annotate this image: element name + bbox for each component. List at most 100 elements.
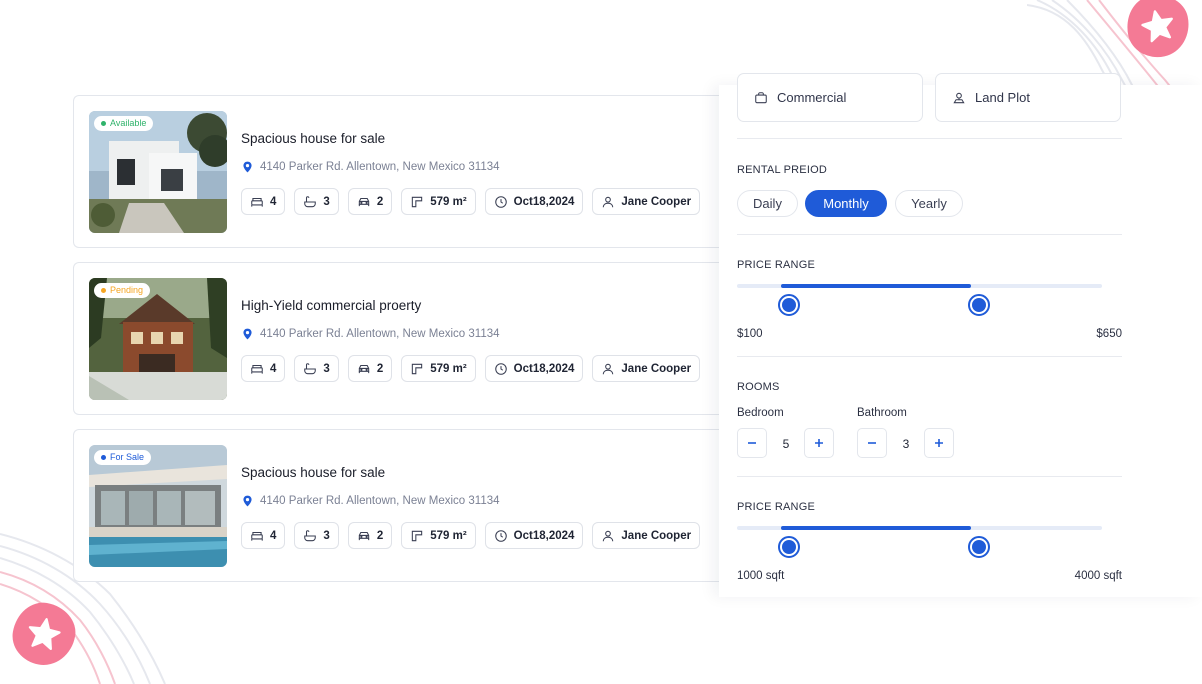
- user-icon: [603, 363, 614, 374]
- listing-card[interactable]: For Sale Spacious house for sale 4140 Pa…: [73, 429, 723, 582]
- listing-card[interactable]: Pending High-Yield commercial proerty 41…: [73, 262, 723, 415]
- address-text: 4140 Parker Rd. Allentown, New Mexico 31…: [260, 328, 500, 340]
- location-pin-icon: [243, 328, 252, 340]
- bedroom-decrement-button[interactable]: [737, 428, 767, 458]
- star-icon: [28, 618, 61, 651]
- property-type-land-plot-button[interactable]: Land Plot: [935, 73, 1121, 122]
- user-icon: [603, 530, 614, 541]
- listing-title[interactable]: High-Yield commercial proerty: [241, 298, 421, 313]
- clock-icon: [494, 529, 507, 542]
- status-badge: Available: [94, 116, 154, 131]
- bathroom-label: Bathroom: [857, 407, 907, 419]
- address-text: 4140 Parker Rd. Allentown, New Mexico 31…: [260, 495, 500, 507]
- status-badge: For Sale: [94, 450, 152, 465]
- bathroom-decrement-button[interactable]: [857, 428, 887, 458]
- date-chip: Oct18,2024: [484, 188, 584, 215]
- decorative-star-badge: [1121, 0, 1195, 63]
- listing-address: 4140 Parker Rd. Allentown, New Mexico 31…: [241, 160, 500, 174]
- agent-chip[interactable]: Jane Cooper: [592, 355, 701, 382]
- divider: [737, 476, 1122, 477]
- price-min-value: $100: [737, 328, 763, 340]
- bed-icon: [251, 197, 263, 207]
- bed-count: 4: [270, 195, 277, 208]
- listing-title[interactable]: Spacious house for sale: [241, 131, 385, 146]
- clock-icon: [494, 195, 507, 208]
- agent-name: Jane Cooper: [621, 529, 692, 542]
- rental-period-yearly[interactable]: Yearly: [895, 190, 963, 217]
- area-range-heading: PRICE RANGE: [737, 501, 815, 513]
- area-chip: 579 m²: [401, 188, 476, 215]
- agent-chip[interactable]: Jane Cooper: [592, 188, 701, 215]
- area-range-max-handle[interactable]: [967, 536, 990, 558]
- property-photo[interactable]: Available: [89, 111, 227, 233]
- listing-card[interactable]: Available Spacious house for sale 4140 P…: [73, 95, 723, 248]
- garage-count: 2: [376, 362, 384, 375]
- price-range-fill: [780, 284, 971, 288]
- bath-count: 3: [323, 195, 330, 208]
- bed-count-chip: 4: [241, 355, 286, 382]
- area-icon: [412, 363, 423, 374]
- location-pin-icon: [243, 161, 252, 173]
- plus-icon: [935, 439, 943, 447]
- garage-count-chip: 2: [347, 522, 393, 549]
- bath-count-chip: 3: [294, 188, 339, 215]
- price-range-slider[interactable]: [737, 284, 1102, 288]
- date-chip: Oct18,2024: [484, 522, 584, 549]
- bedroom-label: Bedroom: [737, 407, 784, 419]
- listing-features: 4 3 2 579 m² Oct18,2024 Jane Cooper: [241, 522, 709, 549]
- garage-count: 2: [376, 529, 384, 542]
- area-value: 579 m²: [430, 195, 467, 208]
- minus-icon: [868, 442, 876, 444]
- divider: [737, 138, 1122, 139]
- bed-icon: [251, 364, 263, 374]
- area-range-fill: [780, 526, 971, 530]
- bath-count-chip: 3: [294, 355, 339, 382]
- star-icon: [1141, 10, 1173, 43]
- briefcase-icon: [755, 91, 767, 103]
- price-range-min-handle[interactable]: [777, 294, 800, 316]
- area-range-slider[interactable]: [737, 526, 1102, 530]
- listing-date: Oct18,2024: [513, 362, 575, 375]
- listing-title[interactable]: Spacious house for sale: [241, 465, 385, 480]
- area-range-min-handle[interactable]: [777, 536, 800, 558]
- bathtub-icon: [304, 362, 317, 374]
- status-badge-label: Pending: [110, 285, 144, 295]
- listing-address: 4140 Parker Rd. Allentown, New Mexico 31…: [241, 494, 500, 508]
- agent-chip[interactable]: Jane Cooper: [592, 522, 701, 549]
- property-photo[interactable]: For Sale: [89, 445, 227, 567]
- property-photo[interactable]: Pending: [89, 278, 227, 400]
- area-value: 579 m²: [430, 362, 467, 375]
- area-chip: 579 m²: [401, 355, 476, 382]
- property-type-label: Commercial: [777, 90, 847, 105]
- car-icon: [358, 531, 370, 540]
- agent-name: Jane Cooper: [621, 195, 692, 208]
- divider: [737, 234, 1122, 235]
- bathroom-increment-button[interactable]: [924, 428, 954, 458]
- status-badge-label: For Sale: [110, 452, 145, 462]
- user-icon: [603, 196, 614, 207]
- garage-count-chip: 2: [347, 188, 393, 215]
- area-icon: [412, 530, 423, 541]
- listing-features: 4 3 2 579 m² Oct18,2024 Jane Cooper: [241, 188, 709, 215]
- car-icon: [358, 197, 370, 206]
- plus-icon: [815, 439, 823, 447]
- bathtub-icon: [304, 529, 317, 541]
- price-max-value: $650: [1096, 328, 1122, 340]
- filter-panel: Commercial Land Plot RENTAL PREIOD Daily…: [719, 73, 1202, 597]
- listing-date: Oct18,2024: [513, 529, 575, 542]
- decorative-star-badge: [8, 598, 80, 670]
- listing-features: 4 3 2 579 m² Oct18,2024 Jane Cooper: [241, 355, 709, 382]
- rental-period-daily[interactable]: Daily: [737, 190, 798, 217]
- property-type-commercial-button[interactable]: Commercial: [737, 73, 923, 122]
- bed-count: 4: [270, 362, 277, 375]
- bed-count-chip: 4: [241, 522, 286, 549]
- area-max-value: 4000 sqft: [1074, 570, 1122, 582]
- minus-icon: [748, 442, 756, 444]
- area-icon: [412, 196, 423, 207]
- rental-period-monthly[interactable]: Monthly: [805, 190, 887, 217]
- area-value: 579 m²: [430, 529, 467, 542]
- price-range-max-handle[interactable]: [967, 294, 990, 316]
- bedroom-increment-button[interactable]: [804, 428, 834, 458]
- status-badge: Pending: [94, 283, 151, 298]
- area-min-value: 1000 sqft: [737, 570, 785, 582]
